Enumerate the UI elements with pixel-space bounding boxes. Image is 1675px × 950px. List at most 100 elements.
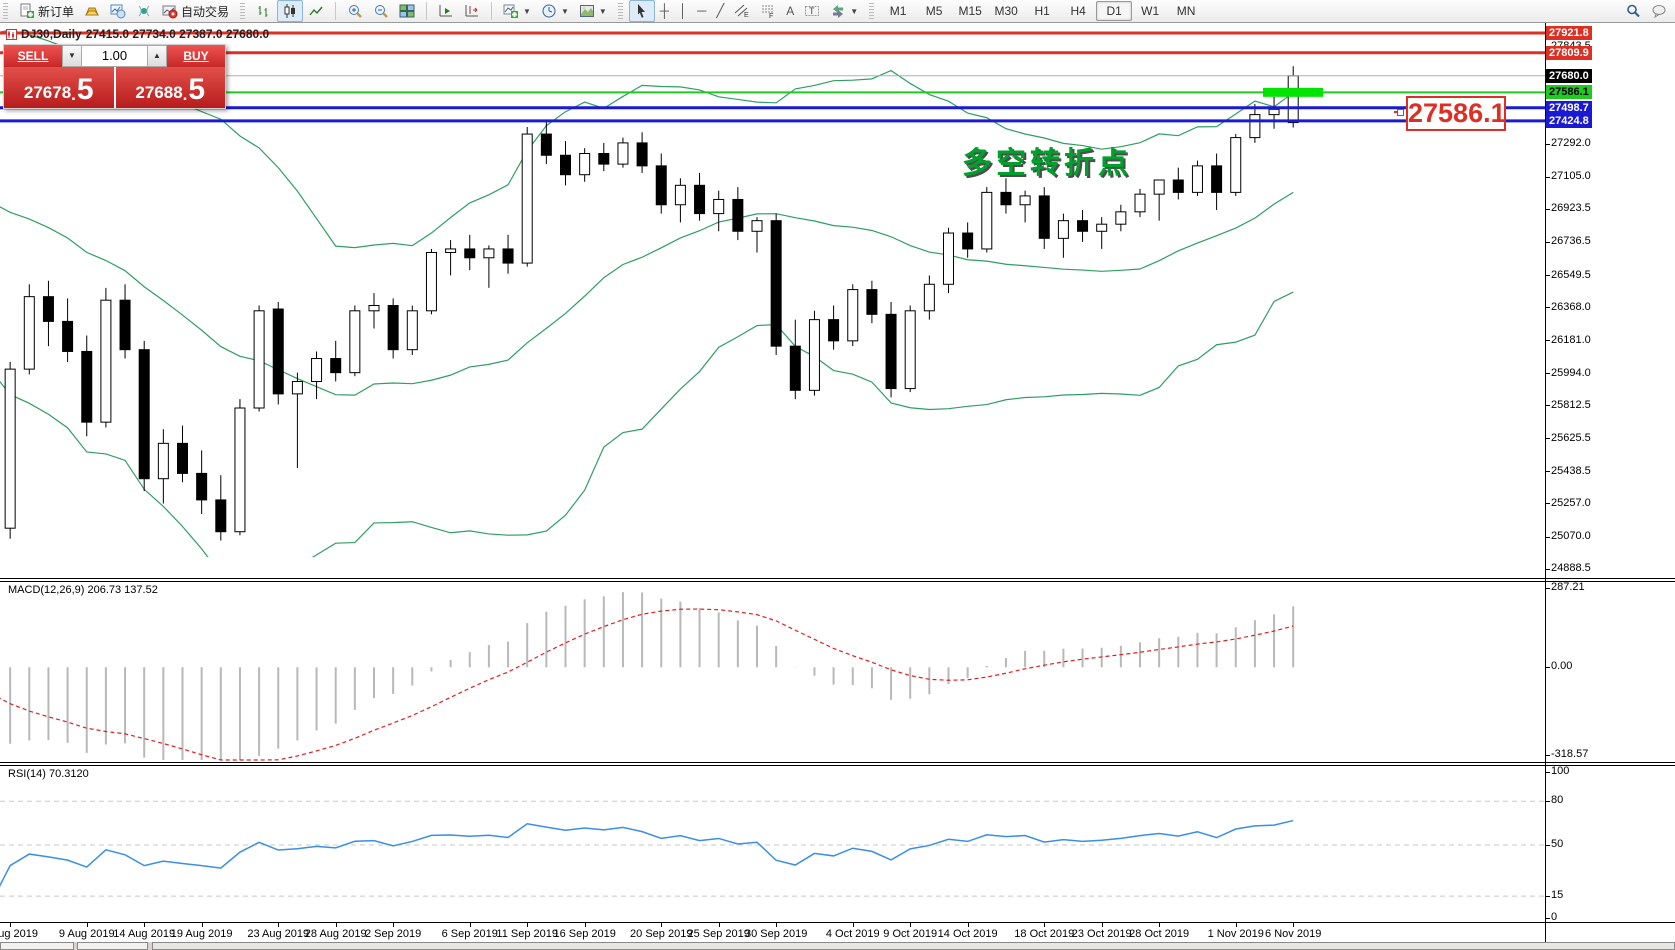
price-level-badge: 27498.7 xyxy=(1546,101,1592,115)
buy-quote[interactable]: 27688.5 xyxy=(116,67,226,108)
date-axis-label: 1 Nov 2019 xyxy=(1208,928,1264,940)
volume-input[interactable]: 1.00 xyxy=(82,45,147,67)
periods-button[interactable]: ▼ xyxy=(536,0,574,22)
price-axis-tickmark xyxy=(1546,503,1550,504)
crosshair-tool-button[interactable]: ┼ xyxy=(655,0,674,22)
sell-price-dot: . xyxy=(71,85,76,105)
profiles-button[interactable] xyxy=(79,0,105,22)
date-axis-tickmark xyxy=(336,923,337,927)
timeframe-m1[interactable]: M1 xyxy=(880,1,916,21)
timeframe-mn[interactable]: MN xyxy=(1168,1,1204,21)
date-axis-tickmark xyxy=(968,923,969,927)
text-label-tool-button[interactable]: T xyxy=(799,0,825,22)
chart-canvas[interactable] xyxy=(0,22,1675,950)
arrows-tool-button[interactable]: ▼ xyxy=(825,0,863,22)
timeframe-m15[interactable]: M15 xyxy=(952,1,988,21)
dropdown-arrow-icon: ▼ xyxy=(850,7,858,16)
chart-tab[interactable] xyxy=(0,942,74,950)
toolbar-grip xyxy=(240,3,245,19)
price-axis-tickmark xyxy=(1546,373,1550,374)
auto-scroll-button[interactable] xyxy=(433,0,459,22)
vline-tool-button[interactable]: │ xyxy=(674,0,692,22)
price-axis-tick: 26923.5 xyxy=(1551,202,1591,214)
rsi-axis-tick: 15 xyxy=(1551,889,1563,901)
date-axis-tickmark xyxy=(144,923,145,927)
candlestick-chart-icon xyxy=(282,3,298,19)
buy-button[interactable]: BUY xyxy=(167,45,225,67)
chart-shift-button[interactable] xyxy=(459,0,485,22)
text-tool-button[interactable]: A xyxy=(781,0,799,22)
crosshair-icon: ┼ xyxy=(660,3,669,19)
signals-button[interactable] xyxy=(131,0,157,22)
indicators-button[interactable]: ▼ xyxy=(498,0,536,22)
zoom-in-button[interactable] xyxy=(342,0,368,22)
chart-symbol-period: DJ30,Daily xyxy=(21,27,82,41)
market-watch-icon xyxy=(110,3,126,19)
auto-trading-icon xyxy=(162,3,178,19)
date-axis-tickmark xyxy=(1293,923,1294,927)
hline-tool-button[interactable]: ─ xyxy=(692,0,711,22)
channel-tool-button[interactable]: E xyxy=(729,0,755,22)
timeframe-group: M1M5M15M30H1H4D1W1MN xyxy=(877,0,1207,22)
highlight-segment[interactable] xyxy=(1263,88,1323,97)
price-axis-tickmark xyxy=(1546,569,1550,570)
date-axis-tickmark xyxy=(10,923,11,927)
sell-button[interactable]: SELL xyxy=(4,45,62,67)
date-axis-tickmark xyxy=(393,923,394,927)
zoom-out-button[interactable] xyxy=(368,0,394,22)
pane-separator[interactable] xyxy=(0,765,1675,766)
pane-separator[interactable] xyxy=(0,578,1675,579)
price-axis-tickmark xyxy=(1546,438,1550,439)
market-watch-button[interactable] xyxy=(105,0,131,22)
date-axis-label: 16 Sep 2019 xyxy=(553,928,615,940)
macd-axis-tick: 287.21 xyxy=(1551,581,1585,593)
rsi-layer xyxy=(0,801,1545,903)
trendline-tool-button[interactable]: ╱ xyxy=(711,0,729,22)
price-tag-label[interactable]: 27586.1 xyxy=(1406,96,1506,131)
timeframe-m30[interactable]: M30 xyxy=(988,1,1024,21)
bar-chart-icon xyxy=(256,3,272,19)
price-axis-tickmark xyxy=(1546,177,1550,178)
volume-step-up[interactable]: ▲ xyxy=(147,45,167,67)
chart-tab[interactable] xyxy=(77,942,148,950)
date-axis-label: 25 Sep 2019 xyxy=(687,928,749,940)
date-axis-tickmark xyxy=(527,923,528,927)
arrow-objects-icon xyxy=(830,3,846,19)
date-axis-label: 6 Nov 2019 xyxy=(1265,928,1321,940)
sell-quote[interactable]: 27678.5 xyxy=(4,67,114,108)
price-axis-tick: 27292.0 xyxy=(1551,137,1591,149)
bar-chart-button[interactable] xyxy=(251,0,277,22)
volume-step-down[interactable]: ▼ xyxy=(62,45,82,67)
rsi-axis-tickmark xyxy=(1546,896,1550,897)
search-button[interactable] xyxy=(1620,0,1646,22)
pane-separator[interactable] xyxy=(0,581,1675,582)
date-axis-tickmark xyxy=(776,923,777,927)
pane-separator[interactable] xyxy=(0,762,1675,763)
date-axis-label: 18 Oct 2019 xyxy=(1014,928,1074,940)
timeframe-w1[interactable]: W1 xyxy=(1132,1,1168,21)
tab-strip-filler xyxy=(152,942,1675,950)
price-axis-tickmark xyxy=(1546,275,1550,276)
text-label-icon: T xyxy=(804,3,820,19)
fibonacci-tool-button[interactable]: F xyxy=(755,0,781,22)
line-chart-button[interactable] xyxy=(303,0,329,22)
templates-button[interactable]: ▼ xyxy=(574,0,612,22)
timeframe-h1[interactable]: H1 xyxy=(1024,1,1060,21)
date-axis-label: 30 Sep 2019 xyxy=(745,928,807,940)
auto-trading-button[interactable]: 自动交易 xyxy=(157,0,234,22)
candlestick-chart-button[interactable] xyxy=(277,0,303,22)
timeframe-d1[interactable]: D1 xyxy=(1096,1,1132,21)
current-price-badge: 27680.0 xyxy=(1546,69,1592,83)
cursor-tool-button[interactable] xyxy=(629,0,655,22)
chart-annotation-text[interactable]: 多空转折点 xyxy=(962,138,1132,182)
timeframe-m5[interactable]: M5 xyxy=(916,1,952,21)
tile-windows-button[interactable] xyxy=(394,0,420,22)
date-axis-tickmark xyxy=(87,923,88,927)
date-axis-tickmark xyxy=(910,923,911,927)
equidistant-channel-icon: E xyxy=(734,3,750,19)
new-order-button[interactable]: 新订单 xyxy=(14,0,79,22)
date-axis-tickmark xyxy=(585,923,586,927)
chat-button[interactable] xyxy=(1646,0,1672,22)
rsi-axis-tickmark xyxy=(1546,801,1550,802)
timeframe-h4[interactable]: H4 xyxy=(1060,1,1096,21)
